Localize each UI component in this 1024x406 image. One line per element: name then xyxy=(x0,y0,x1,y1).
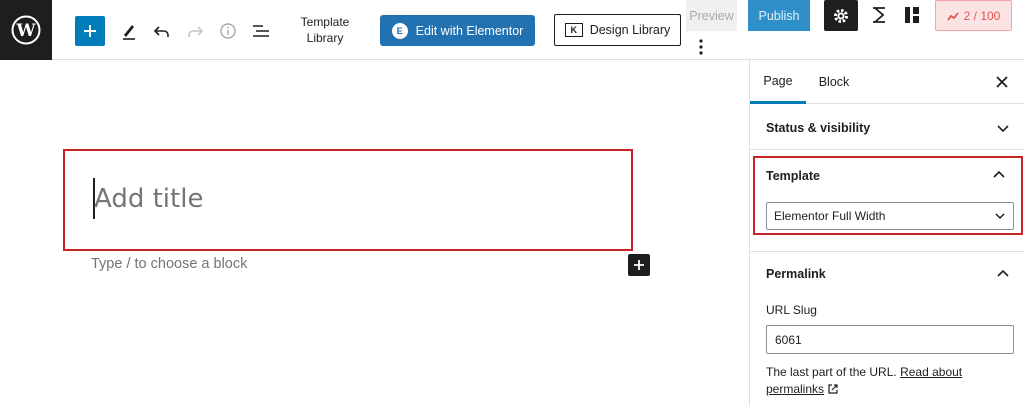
seo-score-button[interactable]: 2 / 100 xyxy=(935,0,1012,31)
add-block-button[interactable] xyxy=(75,16,105,46)
plus-icon xyxy=(84,25,96,37)
elementor-icon: E xyxy=(391,22,408,39)
score-chart-icon xyxy=(946,11,959,21)
post-title-field[interactable]: Add title xyxy=(63,149,633,251)
template-heading[interactable]: Template xyxy=(766,169,820,183)
chevron-up-icon[interactable] xyxy=(991,167,1007,183)
chevron-up-icon[interactable] xyxy=(995,266,1011,282)
wordpress-icon: W xyxy=(11,15,41,45)
chevron-down-icon xyxy=(997,125,1009,133)
inline-add-block-button[interactable] xyxy=(628,254,650,276)
title-placeholder: Add title xyxy=(94,184,204,214)
pencil-icon xyxy=(123,25,135,40)
block-appender[interactable]: Type / to choose a block xyxy=(91,256,247,272)
kadence-button[interactable] xyxy=(866,2,892,28)
details-button[interactable] xyxy=(215,18,241,44)
tab-block[interactable]: Block xyxy=(806,60,862,104)
sidebar-tabs: Page Block xyxy=(750,60,1024,104)
template-selected-value: Elementor Full Width xyxy=(774,209,886,223)
url-slug-label: URL Slug xyxy=(766,303,817,317)
url-slug-input[interactable]: 6061 xyxy=(766,325,1014,354)
layout-grid-icon xyxy=(905,7,919,23)
close-icon xyxy=(996,76,1008,88)
permalink-heading[interactable]: Permalink xyxy=(766,267,826,281)
list-view-icon xyxy=(253,25,269,37)
tab-page[interactable]: Page xyxy=(750,60,806,104)
plus-icon xyxy=(634,260,644,270)
info-icon xyxy=(220,23,236,39)
preview-button[interactable]: Preview xyxy=(686,0,737,31)
undo-icon xyxy=(153,26,169,37)
gear-icon xyxy=(834,8,848,23)
layout-button[interactable] xyxy=(899,2,925,28)
permalink-help: The last part of the URL. Read about per… xyxy=(766,364,1016,398)
settings-sidebar: Page Block Status & visibility Template … xyxy=(749,60,1024,406)
redo-button[interactable] xyxy=(182,18,208,44)
publish-button[interactable]: Publish xyxy=(748,0,810,31)
svg-text:W: W xyxy=(15,21,36,41)
more-vertical-icon xyxy=(699,39,703,55)
edit-with-elementor-label: Edit with Elementor xyxy=(415,23,524,38)
template-select[interactable]: Elementor Full Width xyxy=(766,202,1014,230)
more-options-button[interactable] xyxy=(694,38,708,56)
seo-score-label: 2 / 100 xyxy=(963,8,1001,23)
editor-toolbar: W Template Library E Edit with Elementor… xyxy=(0,0,1024,60)
undo-button[interactable] xyxy=(149,18,175,44)
editor-canvas: Add title Type / to choose a block xyxy=(0,60,749,406)
design-library-icon: K xyxy=(564,23,583,37)
list-view-button[interactable] xyxy=(248,18,274,44)
settings-button[interactable] xyxy=(824,0,858,31)
kadence-icon xyxy=(873,7,885,23)
status-visibility-panel[interactable]: Status & visibility xyxy=(750,104,1024,150)
permalink-help-text: The last part of the URL. xyxy=(766,365,897,379)
close-sidebar-button[interactable] xyxy=(992,72,1012,92)
external-link-icon xyxy=(828,384,838,394)
status-visibility-heading: Status & visibility xyxy=(766,121,871,135)
template-panel: Template Elementor Full Width xyxy=(753,156,1023,235)
wordpress-logo-button[interactable]: W xyxy=(0,0,52,60)
redo-icon xyxy=(188,26,204,37)
chevron-down-icon xyxy=(995,213,1005,220)
tools-button[interactable] xyxy=(116,18,142,44)
design-library-label: Design Library xyxy=(589,23,671,37)
template-library-button[interactable]: Template Library xyxy=(292,14,358,46)
design-library-button[interactable]: K Design Library xyxy=(554,14,681,46)
edit-with-elementor-button[interactable]: E Edit with Elementor xyxy=(380,15,535,46)
permalink-panel: Permalink URL Slug 6061 The last part of… xyxy=(750,251,1024,406)
